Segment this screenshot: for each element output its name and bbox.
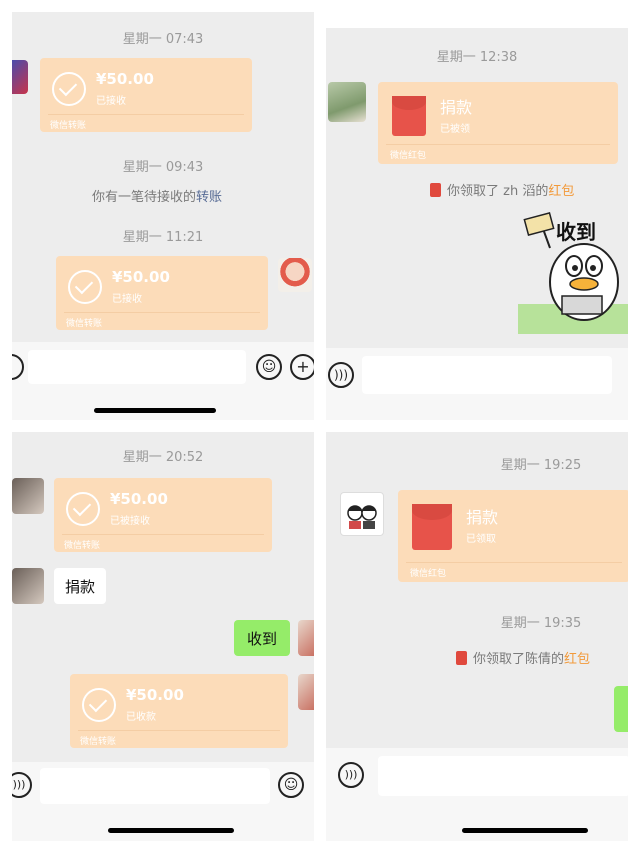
- red-packet-footer: 微信红包: [410, 569, 447, 579]
- transfer-card[interactable]: ¥50.00 已接收 微信转账: [56, 256, 268, 330]
- emoji-icon[interactable]: ☺: [256, 354, 282, 380]
- mini-envelope-icon: [456, 651, 467, 665]
- mini-envelope-icon: [430, 183, 441, 197]
- red-packet-link[interactable]: 红包: [548, 184, 574, 199]
- transfer-link[interactable]: 转账: [196, 190, 222, 205]
- message-input[interactable]: [362, 356, 612, 394]
- red-packet-footer: 微信红包: [390, 151, 427, 161]
- timestamp: 星期一 09:43: [122, 160, 204, 175]
- transfer-footer: 微信转账: [66, 319, 103, 329]
- timestamp: 星期一 12:38: [436, 50, 518, 65]
- message-input[interactable]: [40, 768, 270, 804]
- timestamp: 星期一 19:35: [500, 616, 582, 631]
- notice-text: 你有一笔待接收的: [92, 190, 197, 205]
- sent-message-bubble[interactable]: 收到: [234, 620, 290, 656]
- home-indicator: [108, 828, 234, 833]
- sticker-text: 收到: [556, 220, 596, 244]
- voice-icon[interactable]: ))): [328, 362, 354, 388]
- timestamp: 星期一 20:52: [122, 450, 204, 465]
- transfer-amount: ¥50.00: [96, 70, 154, 88]
- avatar[interactable]: [12, 60, 28, 94]
- input-bar: ))): [326, 748, 628, 841]
- message-text: 捐款: [65, 578, 96, 596]
- transfer-status: 已被接收: [110, 516, 150, 527]
- avatar[interactable]: [328, 82, 366, 122]
- red-packet-link[interactable]: 红包: [564, 652, 590, 667]
- card-divider: [64, 312, 260, 313]
- home-indicator: [94, 408, 216, 413]
- voice-icon[interactable]: [12, 354, 24, 380]
- emoji-icon[interactable]: ☺: [278, 772, 304, 798]
- received-message-bubble[interactable]: 捐款: [54, 568, 106, 604]
- received-red-packet-notice: 你领取了陈倩的红包: [456, 648, 590, 667]
- transfer-status: 已接收: [96, 96, 126, 107]
- red-envelope-icon: [412, 504, 452, 550]
- notice-text: 你领取了 zh 滔的: [447, 184, 549, 199]
- avatar[interactable]: [12, 568, 44, 604]
- card-divider: [62, 534, 264, 535]
- transfer-card[interactable]: ¥50.00 已被接收 微信转账: [54, 478, 272, 552]
- chat-panel-bottom-left: 星期一 20:52 ¥50.00 已被接收 微信转账 捐款 收到 ¥50.00 …: [12, 432, 314, 841]
- transfer-footer: 微信转账: [64, 541, 101, 551]
- input-bar: ☺ +: [12, 342, 314, 420]
- red-packet-title: 捐款: [440, 98, 473, 117]
- input-bar: ))) ☺: [12, 762, 314, 841]
- transfer-card[interactable]: ¥50.00 已收款 微信转账: [70, 674, 288, 748]
- sent-message-bubble[interactable]: [614, 686, 628, 732]
- card-divider: [386, 144, 610, 145]
- message-input[interactable]: [378, 756, 628, 796]
- chat-panel-top-right: 星期一 12:38 捐款 已被领 微信红包 你领取了 zh 滔的红包 收到 ))…: [326, 28, 628, 420]
- check-icon: [82, 688, 116, 722]
- check-icon: [52, 72, 86, 106]
- transfer-status: 已收款: [126, 712, 156, 723]
- transfer-amount: ¥50.00: [112, 268, 170, 286]
- avatar[interactable]: [298, 620, 314, 656]
- red-packet-title: 捐款: [466, 508, 499, 527]
- transfer-footer: 微信转账: [80, 737, 117, 747]
- message-input[interactable]: [28, 350, 246, 384]
- timestamp: 星期一 07:43: [122, 32, 204, 47]
- card-divider: [48, 114, 244, 115]
- timestamp: 星期一 19:25: [500, 458, 582, 473]
- chat-panel-bottom-right: 星期一 19:25 捐款 已领取 微信红包 星期一 19:35 你领取了陈倩的红…: [326, 432, 628, 841]
- red-packet-status: 已被领: [440, 124, 470, 135]
- notice-text: 你领取了陈倩的: [473, 652, 565, 667]
- transfer-amount: ¥50.00: [126, 686, 184, 704]
- input-bar: ))): [326, 348, 628, 420]
- transfer-footer: 微信转账: [50, 121, 87, 131]
- card-divider: [78, 730, 280, 731]
- voice-icon[interactable]: ))): [12, 772, 32, 798]
- plus-icon[interactable]: +: [290, 354, 314, 380]
- red-packet-status: 已领取: [466, 534, 496, 545]
- check-icon: [66, 492, 100, 526]
- home-indicator: [462, 828, 588, 833]
- voice-icon[interactable]: ))): [338, 762, 364, 788]
- avatar[interactable]: [340, 492, 384, 536]
- red-envelope-icon: [392, 96, 426, 136]
- couple-avatar-art: [347, 505, 377, 529]
- received-red-packet-notice: 你领取了 zh 滔的红包: [430, 180, 574, 199]
- card-divider: [406, 562, 622, 563]
- avatar[interactable]: [12, 478, 44, 514]
- chat-panel-top-left: 星期一 07:43 ¥50.00 已接收 微信转账 星期一 09:43 你有一笔…: [12, 12, 314, 420]
- transfer-status: 已接收: [112, 294, 142, 305]
- red-packet-card[interactable]: 捐款 已被领 微信红包: [378, 82, 618, 164]
- transfer-card[interactable]: ¥50.00 已接收 微信转账: [40, 58, 252, 132]
- duck-sticker[interactable]: 收到: [518, 208, 628, 334]
- pending-transfer-notice: 你有一笔待接收的转账: [92, 186, 222, 205]
- transfer-amount: ¥50.00: [110, 490, 168, 508]
- avatar[interactable]: [278, 258, 312, 292]
- red-packet-card[interactable]: 捐款 已领取 微信红包: [398, 490, 628, 582]
- timestamp: 星期一 11:21: [122, 230, 204, 245]
- check-icon: [68, 270, 102, 304]
- message-text: 收到: [247, 630, 278, 648]
- avatar[interactable]: [298, 674, 314, 710]
